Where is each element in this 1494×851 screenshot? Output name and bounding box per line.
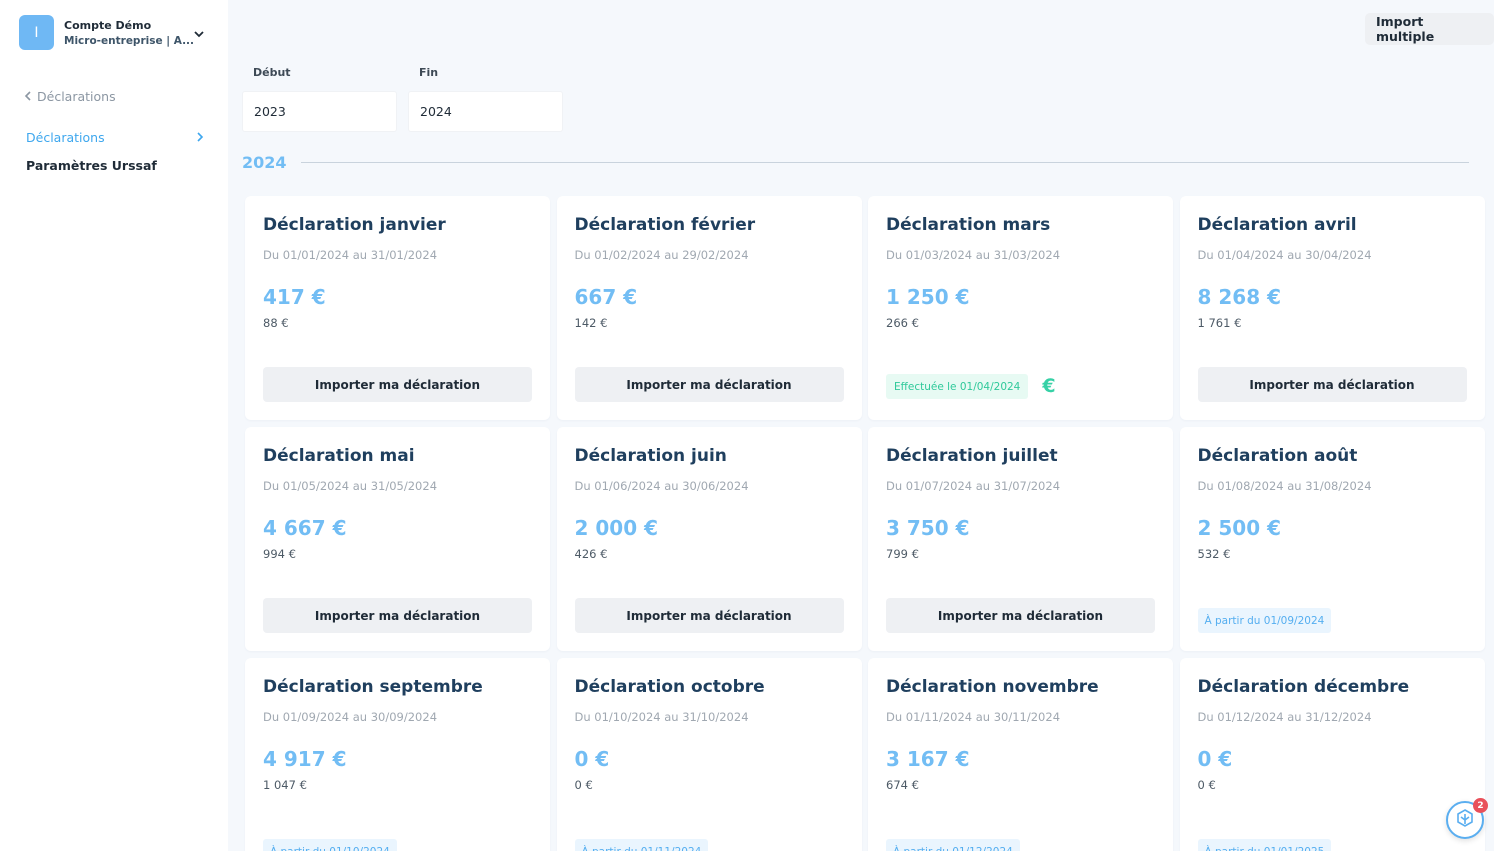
help-widget-icon [1455,808,1475,832]
card-title: Déclaration mars [886,215,1051,235]
notification-count-badge: 2 [1473,798,1488,813]
card-contribution-amount: 1 761 € [1197,316,1242,330]
card-revenue-amount: 417 € [263,285,326,309]
card-period: Du 01/03/2024 au 31/03/2024 [886,248,1061,262]
account-info: Compte Démo Micro-entreprise | A... [64,18,195,47]
card-revenue-amount: 667 € [574,285,638,309]
card-period: Du 01/12/2024 au 31/12/2024 [1197,710,1372,724]
card-revenue-amount: 2 500 € [1197,516,1282,540]
card-period: Du 01/06/2024 au 30/06/2024 [574,479,749,493]
status-badge-upcoming: À partir du 01/09/2024 [1197,608,1332,633]
card-title: Déclaration février [574,215,756,235]
card-contribution-amount: 532 € [1197,547,1231,561]
card-period: Du 01/02/2024 au 29/02/2024 [574,248,749,262]
declaration-card: Déclaration janvier Du 01/01/2024 au 31/0… [245,196,550,420]
declaration-card: Déclaration mars Du 01/03/2024 au 31/03/2… [868,196,1173,420]
declaration-card: Déclaration avril Du 01/04/2024 au 30/04/… [1179,196,1485,420]
card-contribution-amount: 994 € [263,547,296,561]
card-period: Du 01/11/2024 au 30/11/2024 [886,710,1061,724]
card-revenue-amount: 4 917 € [263,747,347,771]
card-revenue-amount: 3 167 € [886,747,970,771]
chevron-left-icon [24,89,31,104]
declaration-card: Déclaration décembre Du 01/12/2024 au 31/… [1179,658,1485,851]
card-title: Déclaration décembre [1197,677,1410,697]
card-revenue-amount: 0 € [574,747,610,771]
chevron-down-icon [194,23,204,42]
sidebar-item-declarations[interactable]: Déclarations [26,130,204,145]
card-revenue-amount: 4 667 € [263,516,347,540]
card-revenue-amount: 0 € [1197,747,1233,771]
card-contribution-amount: 674 € [886,778,919,792]
card-title: Déclaration août [1197,446,1358,466]
declaration-card: Déclaration novembre Du 01/11/2024 au 30/… [868,658,1173,851]
declarations-grid: Déclaration janvier Du 01/01/2024 au 31/0… [245,196,1485,851]
chevron-right-icon [197,130,204,145]
account-switcher[interactable]: I Compte Démo Micro-entreprise | A... [19,15,209,50]
card-contribution-amount: 799 € [886,547,919,561]
card-title: Déclaration janvier [263,215,446,235]
card-title: Déclaration octobre [574,677,765,697]
declaration-card: Déclaration juin Du 01/06/2024 au 30/06/2… [556,427,862,651]
card-contribution-amount: 1 047 € [263,778,307,792]
end-year-label: Fin [419,66,439,79]
card-period: Du 01/04/2024 au 30/04/2024 [1197,248,1372,262]
card-title: Déclaration novembre [886,677,1099,697]
end-year-input[interactable] [408,91,563,132]
import-declaration-button[interactable]: Importer ma déclaration [886,598,1155,633]
year-divider [301,162,1469,163]
card-period: Du 01/08/2024 au 31/08/2024 [1197,479,1372,493]
euro-icon[interactable]: € [1038,375,1060,397]
import-declaration-button[interactable]: Importer ma déclaration [263,598,532,633]
card-title: Déclaration juillet [886,446,1058,466]
sidebar-item-parametres-urssaf[interactable]: Paramètres Urssaf [26,158,204,173]
declaration-card: Déclaration juillet Du 01/07/2024 au 31/0… [868,427,1173,651]
card-revenue-amount: 3 750 € [886,516,970,540]
import-multiple-button[interactable]: Import multiple [1365,13,1494,45]
card-contribution-amount: 142 € [574,316,608,330]
card-period: Du 01/10/2024 au 31/10/2024 [574,710,749,724]
card-revenue-amount: 1 250 € [886,285,970,309]
card-contribution-amount: 88 € [263,316,289,330]
card-period: Du 01/05/2024 au 31/05/2024 [263,479,438,493]
card-title: Déclaration juin [574,446,727,466]
declaration-card: Déclaration octobre Du 01/10/2024 au 31/1… [556,658,862,851]
avatar: I [19,15,54,50]
card-period: Du 01/07/2024 au 31/07/2024 [886,479,1061,493]
sidebar-item-label: Déclarations [26,130,105,145]
start-year-label: Début [253,66,291,79]
year-heading: 2024 [242,153,287,172]
card-title: Déclaration mai [263,446,415,466]
sidebar: I Compte Démo Micro-entreprise | A... Dé… [0,0,228,851]
status-badge-upcoming: À partir du 01/12/2024 [886,839,1020,851]
status-badge-done: Effectuée le 01/04/2024 [886,374,1029,399]
back-link[interactable]: Déclarations [24,89,116,104]
card-title: Déclaration avril [1197,215,1357,235]
import-declaration-button[interactable]: Importer ma déclaration [263,367,532,402]
card-contribution-amount: 426 € [574,547,608,561]
card-revenue-amount: 8 268 € [1197,285,1282,309]
start-year-input[interactable] [242,91,397,132]
card-revenue-amount: 2 000 € [574,516,659,540]
declaration-card: Déclaration mai Du 01/05/2024 au 31/05/20… [245,427,550,651]
import-declaration-button[interactable]: Importer ma déclaration [574,598,844,633]
declaration-card: Déclaration septembre Du 01/09/2024 au 30… [245,658,550,851]
card-contribution-amount: 0 € [574,778,593,792]
declaration-card: Déclaration février Du 01/02/2024 au 29/0… [556,196,862,420]
card-period: Du 01/01/2024 au 31/01/2024 [263,248,438,262]
card-period: Du 01/09/2024 au 30/09/2024 [263,710,438,724]
status-badge-upcoming: À partir du 01/10/2024 [263,839,397,851]
import-declaration-button[interactable]: Importer ma déclaration [574,367,844,402]
status-badge-upcoming: À partir du 01/11/2024 [574,839,709,851]
card-contribution-amount: 0 € [1197,778,1216,792]
card-contribution-amount: 266 € [886,316,919,330]
sidebar-item-label: Paramètres Urssaf [26,158,157,173]
status-badge-upcoming: À partir du 01/01/2025 [1197,839,1332,851]
account-subtitle: Micro-entreprise | A... [64,34,195,47]
card-title: Déclaration septembre [263,677,483,697]
account-name: Compte Démo [64,18,152,32]
back-link-label: Déclarations [37,89,116,104]
declaration-card: Déclaration août Du 01/08/2024 au 31/08/2… [1179,427,1485,651]
import-declaration-button[interactable]: Importer ma déclaration [1197,367,1467,402]
